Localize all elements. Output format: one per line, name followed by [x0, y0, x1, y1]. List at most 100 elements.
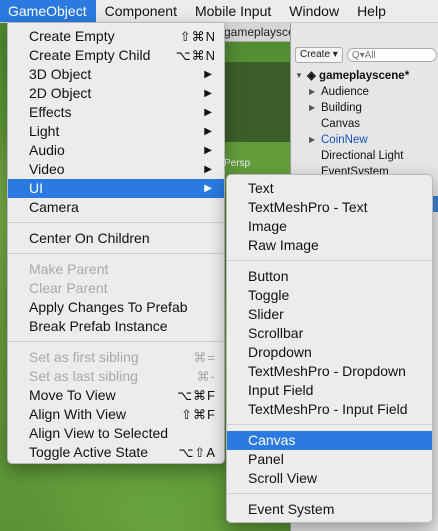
hierarchy-item-coinnew[interactable]: ▶ CoinNew: [291, 132, 438, 148]
submenu-arrow-icon: ▶: [204, 183, 212, 194]
unity-logo-icon: ◈: [307, 70, 320, 82]
menu-bar: GameObject Component Mobile Input Window…: [0, 0, 438, 23]
submenu-arrow-icon: ▶: [204, 88, 212, 99]
menu-item-clear-parent: Clear Parent: [8, 279, 224, 298]
menu-item-label: Toggle Active State: [29, 444, 149, 460]
submenu-item-input-field[interactable]: Input Field: [227, 381, 432, 400]
menu-separator: [227, 424, 432, 425]
menu-item-label: Camera: [29, 199, 79, 215]
menu-item-effects[interactable]: Effects ▶: [8, 103, 224, 122]
submenu-item-event-system[interactable]: Event System: [227, 500, 432, 519]
menu-item-label: Video: [29, 161, 65, 177]
hierarchy-item-label: Building: [321, 102, 362, 114]
menu-item-light[interactable]: Light ▶: [8, 122, 224, 141]
menu-item-video[interactable]: Video ▶: [8, 160, 224, 179]
menu-item-2d-object[interactable]: 2D Object ▶: [8, 84, 224, 103]
menu-window[interactable]: Window: [280, 0, 348, 22]
menu-item-label: Apply Changes To Prefab: [29, 299, 188, 315]
submenu-arrow-icon: ▶: [204, 107, 212, 118]
submenu-item-image[interactable]: Image: [227, 217, 432, 236]
submenu-arrow-icon: ▶: [204, 126, 212, 137]
shortcut-label: ⌥⌘F: [177, 388, 216, 403]
submenu-item-scrollbar[interactable]: Scrollbar: [227, 324, 432, 343]
menu-item-label: Set as last sibling: [29, 368, 138, 384]
hierarchy-item-label: Directional Light: [321, 150, 404, 162]
menu-item-label: Center On Children: [29, 230, 150, 246]
menu-item-label: Move To View: [29, 387, 116, 403]
submenu-item-textmeshpro-input-field[interactable]: TextMeshPro - Input Field: [227, 400, 432, 419]
hierarchy-scene-root[interactable]: ▼ ◈ gameplayscene*: [291, 68, 438, 84]
menu-item-align-with-view[interactable]: Align With View ⇧⌘F: [8, 405, 224, 424]
ui-submenu: Text TextMeshPro - Text Image Raw Image …: [226, 174, 433, 523]
menu-item-toggle-active-state[interactable]: Toggle Active State ⌥⇧A: [8, 443, 224, 462]
menu-separator: [8, 341, 224, 342]
menu-item-label: Break Prefab Instance: [29, 318, 168, 334]
menu-item-label: 2D Object: [29, 85, 92, 101]
collapse-arrow-icon[interactable]: ▶: [309, 84, 315, 100]
shortcut-label: ⌥⌘N: [175, 48, 216, 63]
submenu-item-text[interactable]: Text: [227, 179, 432, 198]
menu-item-set-first-sibling: Set as first sibling ⌘=: [8, 348, 224, 367]
hierarchy-create-button[interactable]: Create ▾: [295, 47, 343, 63]
submenu-item-raw-image[interactable]: Raw Image: [227, 236, 432, 255]
submenu-item-dropdown[interactable]: Dropdown: [227, 343, 432, 362]
hierarchy-item-audience[interactable]: ▶ Audience: [291, 84, 438, 100]
submenu-arrow-icon: ▶: [204, 164, 212, 175]
menu-item-camera[interactable]: Camera: [8, 198, 224, 217]
menu-item-label: Align View to Selected: [29, 425, 169, 441]
menu-item-label: Light: [29, 123, 60, 139]
submenu-item-slider[interactable]: Slider: [227, 305, 432, 324]
submenu-item-textmeshpro-text[interactable]: TextMeshPro - Text: [227, 198, 432, 217]
menu-item-label: Create Empty: [29, 28, 115, 44]
menu-help[interactable]: Help: [348, 0, 395, 22]
menu-gameobject[interactable]: GameObject: [0, 0, 96, 22]
submenu-item-canvas[interactable]: Canvas: [227, 431, 432, 450]
menu-item-audio[interactable]: Audio ▶: [8, 141, 224, 160]
hierarchy-item-canvas[interactable]: Canvas: [291, 116, 438, 132]
hierarchy-search-input[interactable]: Q▾All: [346, 48, 437, 62]
menu-separator: [227, 260, 432, 261]
menu-item-label: Create Empty Child: [29, 47, 151, 63]
menu-item-center-on-children[interactable]: Center On Children: [8, 229, 224, 248]
submenu-item-button[interactable]: Button: [227, 267, 432, 286]
collapse-arrow-icon[interactable]: ▶: [309, 100, 315, 116]
submenu-item-panel[interactable]: Panel: [227, 450, 432, 469]
shortcut-label: ⌘-: [196, 369, 216, 384]
shortcut-label: ⇧⌘N: [179, 29, 216, 44]
hierarchy-item-label: Canvas: [321, 118, 360, 130]
menu-item-move-to-view[interactable]: Move To View ⌥⌘F: [8, 386, 224, 405]
menu-separator: [8, 253, 224, 254]
hierarchy-toolbar: Create ▾ Q▾All: [291, 46, 438, 64]
expand-arrow-icon[interactable]: ▼: [295, 68, 303, 84]
menu-item-create-empty[interactable]: Create Empty ⇧⌘N: [8, 27, 224, 46]
hierarchy-item-building[interactable]: ▶ Building: [291, 100, 438, 116]
menu-item-break-prefab-instance[interactable]: Break Prefab Instance: [8, 317, 224, 336]
hierarchy-item-label: Audience: [321, 86, 369, 98]
menu-component[interactable]: Component: [96, 0, 186, 22]
submenu-item-scroll-view[interactable]: Scroll View: [227, 469, 432, 488]
menu-separator: [8, 222, 224, 223]
hierarchy-item-directional-light[interactable]: Directional Light: [291, 148, 438, 164]
shortcut-label: ⌘=: [193, 350, 216, 365]
submenu-item-textmeshpro-dropdown[interactable]: TextMeshPro - Dropdown: [227, 362, 432, 381]
menu-item-label: Audio: [29, 142, 65, 158]
hierarchy-item-label: CoinNew: [321, 134, 368, 146]
menu-item-label: UI: [29, 180, 43, 196]
menu-item-apply-changes-to-prefab[interactable]: Apply Changes To Prefab: [8, 298, 224, 317]
collapse-arrow-icon[interactable]: ▶: [309, 132, 315, 148]
menu-item-ui[interactable]: UI ▶: [8, 179, 224, 198]
menu-separator: [227, 493, 432, 494]
menu-item-align-view-to-selected[interactable]: Align View to Selected: [8, 424, 224, 443]
menu-item-set-last-sibling: Set as last sibling ⌘-: [8, 367, 224, 386]
submenu-arrow-icon: ▶: [204, 69, 212, 80]
submenu-arrow-icon: ▶: [204, 145, 212, 156]
menu-mobile-input[interactable]: Mobile Input: [186, 0, 280, 22]
menu-item-label: Clear Parent: [29, 280, 108, 296]
menu-item-label: Align With View: [29, 406, 127, 422]
scene-perspective-label: Persp: [224, 158, 251, 169]
menu-item-create-empty-child[interactable]: Create Empty Child ⌥⌘N: [8, 46, 224, 65]
hierarchy-tree: ▼ ◈ gameplayscene* ▶ Audience ▶ Building…: [291, 68, 438, 180]
menu-item-3d-object[interactable]: 3D Object ▶: [8, 65, 224, 84]
hierarchy-root-label: gameplayscene*: [319, 70, 410, 82]
submenu-item-toggle[interactable]: Toggle: [227, 286, 432, 305]
